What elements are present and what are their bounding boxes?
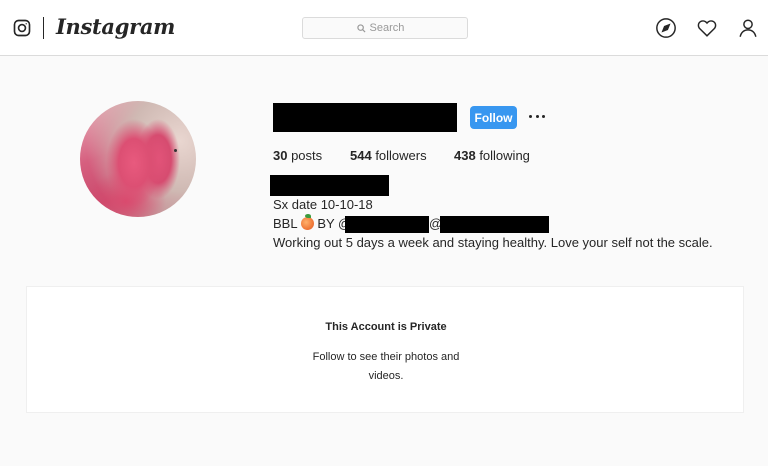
compass-icon[interactable] (655, 17, 677, 39)
heart-icon[interactable] (696, 17, 718, 39)
bio-line-2: BBL BY @ (273, 214, 351, 232)
posts-count: 30 (273, 148, 288, 163)
followers-label: followers (371, 148, 427, 163)
top-nav-bar: Instagram (0, 0, 768, 56)
instagram-wordmark-logo[interactable]: Instagram (56, 14, 175, 39)
search-icon (356, 23, 366, 33)
private-account-card: This Account is Private Follow to see th… (26, 286, 744, 413)
peach-emoji-icon (300, 214, 314, 230)
bio-line-3: Working out 5 days a week and staying he… (273, 235, 713, 250)
followers-count: 544 (350, 148, 372, 163)
redacted-mention-1 (345, 216, 429, 233)
posts-label: posts (287, 148, 323, 163)
bio-bbl-text: BBL (273, 216, 301, 231)
redacted-username (273, 103, 457, 132)
redacted-full-name (270, 175, 389, 196)
redacted-mention-2 (440, 216, 549, 233)
posts-stat: 30 posts (273, 148, 322, 163)
user-icon[interactable] (737, 17, 759, 39)
profile-avatar[interactable] (80, 101, 196, 217)
search-box[interactable] (302, 17, 468, 39)
private-account-message: Follow to see their photos and videos. (312, 351, 460, 382)
private-account-title: This Account is Private (325, 321, 447, 333)
follow-button[interactable]: Follow (470, 106, 517, 129)
following-stat[interactable]: 438 following (454, 148, 530, 163)
logo-divider (43, 17, 44, 39)
bio-line-1: Sx date 10-10-18 (273, 197, 373, 212)
following-label: following (475, 148, 530, 163)
instagram-glyph-icon[interactable] (13, 19, 31, 37)
followers-stat[interactable]: 544 followers (350, 148, 427, 163)
more-options-icon[interactable] (529, 110, 545, 122)
following-count: 438 (454, 148, 476, 163)
search-input[interactable] (369, 22, 414, 34)
